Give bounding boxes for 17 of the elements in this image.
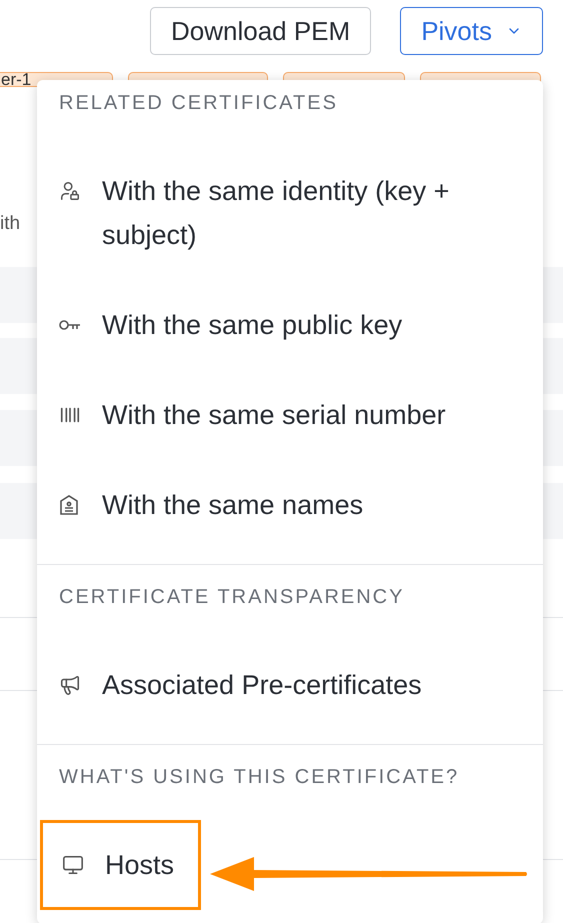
menu-section-heading: RELATED CERTIFICATES — [58, 92, 339, 116]
megaphone-icon — [59, 674, 81, 696]
menu-item[interactable]: With the same names — [37, 460, 543, 550]
menu-section-heading: CERTIFICATE TRANSPARENCY — [58, 586, 406, 610]
key-icon — [59, 319, 81, 331]
menu-item[interactable]: Associated Pre-certificates — [37, 640, 543, 730]
menu-item[interactable]: With the same public key — [37, 280, 543, 370]
monitor-icon — [62, 854, 84, 876]
column-heading: ith — [0, 213, 20, 235]
menu-item[interactable]: With the same serial number — [37, 370, 543, 460]
id-badge-icon — [59, 494, 79, 516]
download-button[interactable]: Download PEM — [150, 7, 372, 55]
menu-section-heading: WHAT'S USING THIS CERTIFICATE? — [58, 766, 460, 790]
menu-item[interactable]: Hosts — [40, 820, 202, 910]
menu-item[interactable]: With the same identity (key + subject) — [37, 146, 543, 280]
pivots-dropdown-button[interactable]: Pivots — [400, 7, 543, 55]
user-lock-icon — [59, 180, 81, 202]
